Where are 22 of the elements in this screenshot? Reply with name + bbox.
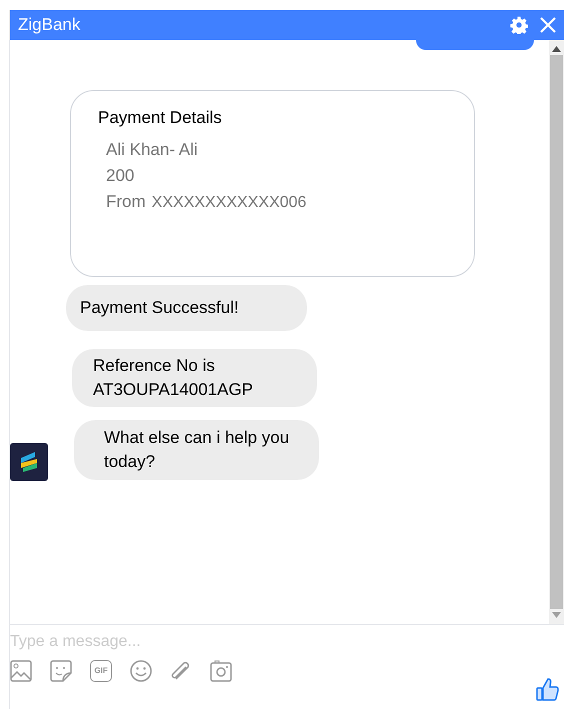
emoji-icon[interactable] — [130, 660, 152, 682]
message-bubble: Reference No is AT3OUPA14001AGP — [72, 349, 317, 407]
account-number: XXXXXXXXXXXX006 — [152, 192, 306, 212]
payment-detail: Ali Khan- Ali — [106, 138, 198, 160]
scroll-up-icon[interactable] — [552, 46, 561, 52]
paperclip-icon[interactable] — [170, 660, 192, 682]
thumbs-up-icon[interactable] — [536, 677, 560, 701]
close-icon[interactable] — [540, 17, 556, 33]
window-title: ZigBank — [18, 14, 82, 36]
settings-icon[interactable] — [510, 16, 528, 34]
message-bubble: Payment Successful! — [66, 285, 307, 331]
scroll-down-icon[interactable] — [552, 612, 561, 618]
from-label: From — [106, 190, 146, 212]
message-bubble: What else can i help you today? — [74, 420, 319, 480]
scroll-thumb[interactable] — [550, 55, 563, 609]
payment-detail: 200 — [106, 164, 134, 186]
sticker-icon[interactable] — [50, 660, 72, 682]
card-title: Payment Details — [98, 107, 223, 129]
scrollbar[interactable] — [549, 40, 564, 624]
camera-icon[interactable] — [210, 660, 232, 682]
image-icon[interactable] — [10, 660, 32, 682]
gif-button[interactable]: GIF — [90, 660, 112, 682]
